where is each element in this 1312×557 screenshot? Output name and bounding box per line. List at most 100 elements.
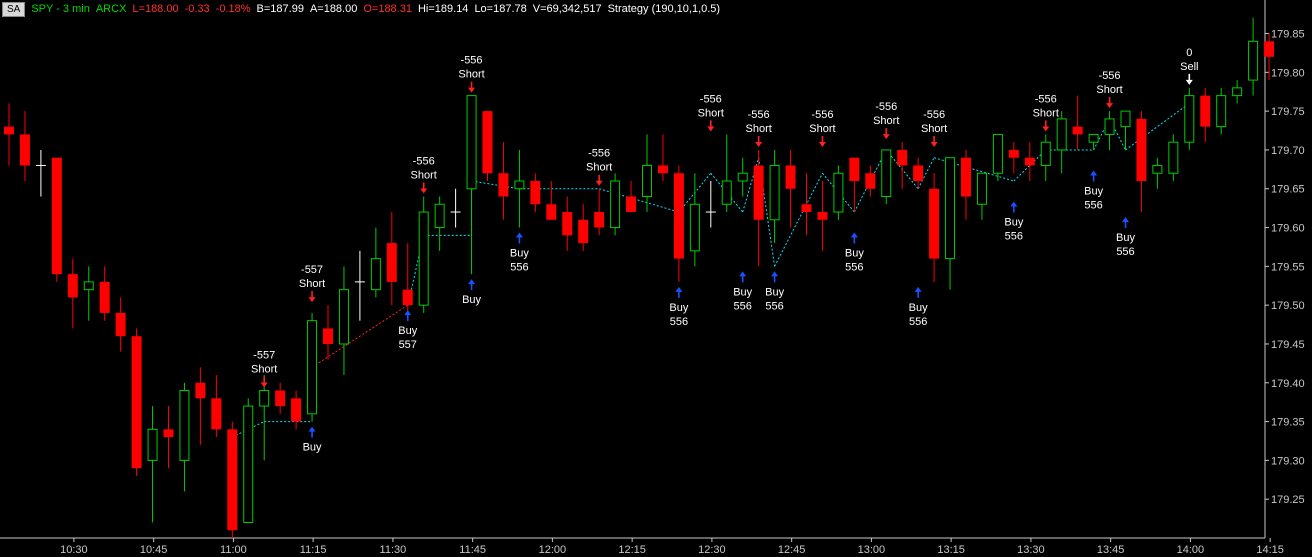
signal-label: Sell (1180, 61, 1198, 73)
buy-signal: Buy 557 (398, 310, 418, 351)
x-tick-label: 13:30 (1017, 544, 1045, 556)
signal-arrow-up-icon (1122, 217, 1129, 229)
candle-body (753, 165, 764, 220)
signal-qty: -556 (923, 109, 945, 121)
short-signal: Short -556 (1096, 70, 1123, 109)
candle-body (179, 390, 190, 461)
candle-body (913, 165, 924, 181)
candle-body (881, 149, 892, 198)
candle-body (227, 429, 238, 531)
signal-qty: -556 (1099, 70, 1121, 82)
short-signal: Short -556 (586, 148, 612, 186)
signal-qty: 556 (765, 300, 783, 312)
signal-arrow-down-icon (755, 135, 763, 147)
candle-body (1120, 110, 1131, 128)
signal-arrow-up-icon (1010, 201, 1018, 213)
y-tick-label: 179.25 (1271, 494, 1305, 506)
candle-body (610, 180, 621, 229)
candle-body (514, 180, 525, 190)
candle-body (1056, 118, 1067, 151)
signal-label: Short (1033, 107, 1059, 119)
x-tick-label: 13:15 (937, 544, 965, 556)
candle-body (737, 172, 748, 182)
signal-arrow-down-icon (468, 81, 476, 93)
signal-label: Buy (1116, 232, 1135, 244)
candle-body (626, 196, 637, 213)
signal-label: Short (251, 364, 277, 376)
price-chart[interactable]: 179.85 179.80 179.75 179.70 179.65 179.60 179.… (0, 0, 1312, 557)
candle-body (147, 428, 158, 461)
signal-label: Buy (1004, 217, 1023, 229)
short-signal: Short -556 (1033, 93, 1059, 132)
candle-body (115, 312, 126, 337)
signal-label: Short (698, 107, 724, 119)
candle-body (865, 173, 876, 189)
candle-body (897, 149, 908, 166)
signal-arrow-up-icon (850, 232, 858, 244)
signal-qty: -556 (700, 93, 722, 105)
candle-body (275, 390, 286, 407)
candle-body (323, 328, 333, 344)
signal-arrow-up-icon (739, 271, 747, 283)
candle-body (976, 172, 987, 205)
candle-body (1152, 164, 1163, 174)
signal-qty: -556 (413, 156, 435, 168)
signal-label: Buy (462, 294, 481, 306)
candle-body (1264, 41, 1275, 57)
trade-path-segment (774, 172, 823, 267)
signal-arrow-down-icon (930, 135, 938, 147)
candle-body (1008, 149, 1019, 158)
y-tick-label: 179.40 (1271, 378, 1305, 390)
candle-body (1216, 95, 1227, 128)
candle-body (929, 188, 940, 259)
signal-label: Short (586, 162, 612, 174)
candle-body (338, 289, 349, 345)
candle-body (243, 405, 254, 523)
signal-label: Short (1096, 84, 1122, 96)
signal-qty: -556 (875, 101, 897, 113)
candle-body (1072, 126, 1083, 135)
signal-label: Short (411, 170, 437, 182)
x-tick-label: 11:00 (220, 544, 247, 556)
candle-body (657, 165, 668, 174)
x-tick-label: 10:45 (140, 544, 168, 556)
signal-arrow-up-icon (1090, 170, 1098, 182)
signal-qty: 556 (1116, 246, 1134, 258)
signal-arrow-down-icon (882, 128, 890, 140)
candle-body (1200, 95, 1211, 127)
candle-body (578, 219, 589, 244)
candle-body (689, 203, 700, 252)
candle-body (673, 173, 684, 259)
candle-body (498, 173, 509, 197)
candle-body (1168, 141, 1179, 174)
signal-arrow-up-icon (308, 426, 316, 438)
candle-body (642, 164, 652, 198)
signal-label: Short (873, 115, 899, 127)
sell-signal: Sell 0 (1180, 47, 1198, 85)
x-tick-label: 14:00 (1177, 544, 1205, 556)
candle-body (19, 134, 30, 166)
signal-arrow-down-icon (707, 120, 715, 132)
short-signal: Short -556 (458, 55, 485, 93)
short-signal: Short -556 (921, 109, 947, 147)
buy-signal: Buy 556 (1004, 201, 1024, 243)
buy-signal: Buy (303, 426, 322, 454)
signal-label: Short (299, 278, 325, 290)
candle-body (785, 165, 796, 189)
y-tick-label: 179.35 (1271, 417, 1305, 429)
signal-arrow-down-icon (818, 135, 826, 147)
signal-label: Short (458, 69, 484, 81)
signal-qty: 556 (845, 262, 863, 274)
buy-signal: Buy 556 (733, 271, 753, 312)
candle-body (99, 281, 110, 313)
signal-qty: -557 (253, 350, 275, 362)
signal-arrow-down-icon (595, 174, 603, 186)
buy-signal: Buy 556 (1116, 217, 1135, 258)
candle-body (721, 180, 732, 205)
trade-path-segment (1125, 102, 1190, 151)
short-signal: Short -557 (299, 264, 325, 303)
candle-body (4, 126, 14, 135)
signal-label: Buy (510, 248, 529, 260)
signal-label: Buy (669, 302, 688, 314)
candle-body (291, 398, 302, 422)
